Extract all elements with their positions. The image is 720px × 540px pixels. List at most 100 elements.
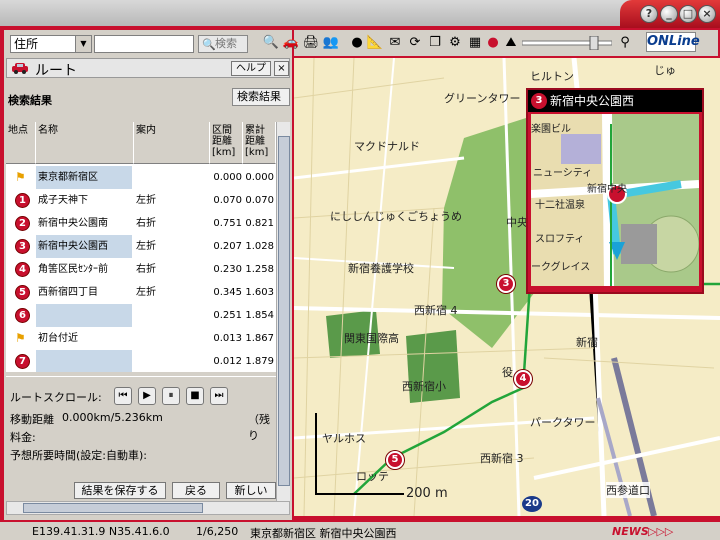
pause-button[interactable]: ⏸ — [162, 387, 180, 405]
row-segment-distance: 0.013 — [213, 333, 242, 344]
row-guide — [134, 327, 210, 350]
status-scale: 1/6,250 — [196, 525, 239, 538]
route-marker: 3 — [15, 239, 30, 254]
search-toolbar: 住所 ▼ 🔍 検索 — [4, 32, 292, 56]
row-segment-distance: 0.012 — [213, 356, 242, 367]
route-header: ルート ヘルプ × — [6, 58, 290, 79]
magnifier-icon[interactable]: 🔍 — [262, 34, 280, 52]
play-button[interactable]: ▶ — [138, 387, 156, 405]
news-link[interactable]: NEWS — [612, 525, 649, 538]
row-name — [36, 304, 132, 327]
row-cumulative-distance: 1.854 — [245, 310, 274, 321]
back-button[interactable]: 戻る — [172, 482, 220, 499]
copy-icon[interactable]: ❐ — [426, 34, 444, 52]
row-guide: 左折 — [136, 195, 156, 206]
map-route-marker-5[interactable]: 5 — [386, 451, 404, 469]
route-table: 地点 名称 案内 区間距離[km] 累計距離[km] ⚑ 東京都新宿区 0.000 0… — [6, 122, 276, 372]
inset-label-2: 新宿中央 — [587, 184, 627, 195]
save-results-button[interactable]: 結果を保存する — [74, 482, 166, 499]
row-cumulative-distance: 0.070 — [245, 195, 274, 206]
table-row[interactable]: 5 西新宿四丁目 左折 0.345 1.603 — [6, 281, 276, 304]
search-category-select[interactable]: 住所 ▼ — [10, 35, 92, 53]
zoom-slider[interactable] — [522, 36, 612, 50]
vertical-scrollbar[interactable] — [276, 122, 290, 502]
map-label-ju: じゅ — [654, 64, 676, 77]
table-row[interactable]: 2 新宿中央公園南 右折 0.751 0.821 — [6, 212, 276, 235]
maximize-button[interactable]: □ — [679, 5, 697, 23]
horizontal-scrollbar[interactable] — [6, 501, 290, 515]
gear-icon[interactable]: ⚙ — [446, 34, 464, 52]
table-row[interactable]: 3 新宿中央公園西 左折 0.207 1.028 — [6, 235, 276, 258]
map-label-green-tower: グリーンタワー — [444, 92, 521, 105]
row-name — [36, 350, 132, 372]
row-name: 初台付近 — [38, 333, 78, 344]
print-icon[interactable]: 🖨 — [302, 34, 320, 52]
scroll-thumb[interactable] — [278, 136, 290, 486]
fare-label: 料金: — [10, 431, 36, 444]
row-cumulative-distance: 1.867 — [245, 333, 274, 344]
car-icon — [12, 63, 28, 74]
row-cumulative-distance: 1.879 — [245, 356, 274, 367]
table-row[interactable]: 7 0.012 1.879 — [6, 350, 276, 372]
header-point: 地点 — [6, 122, 36, 164]
route-marker: 2 — [15, 216, 30, 231]
last-button[interactable]: ⏭ — [210, 387, 228, 405]
map-label-shinjuku-yogo: 新宿養護学校 — [348, 262, 414, 275]
map-route-marker-4[interactable]: 4 — [514, 370, 532, 388]
new-button[interactable]: 新しい — [226, 482, 276, 499]
table-row[interactable]: 4 角筈区民ｾﾝﾀｰ前 右折 0.230 1.258 — [6, 258, 276, 281]
hscroll-thumb[interactable] — [23, 503, 203, 513]
record-icon[interactable]: ● — [484, 34, 502, 52]
people-icon[interactable]: 👥 — [322, 34, 340, 52]
map-label-lotte: ロッテ — [356, 470, 389, 483]
row-segment-distance: 0.345 — [213, 287, 242, 298]
route-marker: 7 — [15, 354, 30, 369]
measure-icon[interactable]: 📐 — [366, 34, 384, 52]
header-guide: 案内 — [134, 122, 210, 164]
map-route-marker-3[interactable]: 3 — [497, 275, 515, 293]
route-scroll-label: ルートスクロール: — [10, 391, 102, 404]
stop-button[interactable]: ■ — [186, 387, 204, 405]
minimize-button[interactable]: _ — [660, 5, 678, 23]
close-route-panel-button[interactable]: × — [274, 61, 289, 76]
route-panel: 住所 ▼ 🔍 検索 ルート ヘルプ × 検索結果 検索結果 地点 名称 案内 区… — [4, 30, 292, 520]
row-cumulative-distance: 1.028 — [245, 241, 274, 252]
zoom-out-icon[interactable]: ⛰ — [502, 34, 520, 52]
map-label-yaruhos: ヤルホス — [322, 432, 366, 445]
table-row[interactable]: ⚑ 東京都新宿区 0.000 0.000 — [6, 166, 276, 189]
row-guide: 左折 — [136, 287, 156, 298]
row-guide — [134, 304, 210, 327]
table-row[interactable]: ⚑ 初台付近 0.013 1.867 — [6, 327, 276, 350]
remaining-label: （残り — [248, 413, 270, 442]
distance-label: 移動距離 — [10, 413, 54, 426]
rotate-icon[interactable]: ⟳ — [406, 34, 424, 52]
help-window-button[interactable]: ? — [640, 5, 658, 23]
location-pin-icon[interactable]: ⚲ — [616, 34, 634, 52]
dot-icon[interactable]: ● — [348, 34, 366, 52]
mail-icon[interactable]: ✉ — [386, 34, 404, 52]
title-bar: ? _ □ × — [0, 0, 720, 28]
chevron-down-icon: ▼ — [75, 36, 91, 52]
row-cumulative-distance: 0.821 — [245, 218, 274, 229]
help-button[interactable]: ヘルプ — [231, 61, 271, 76]
car-route-icon[interactable]: 🚗 — [282, 34, 300, 52]
inset-label-0: 楽園ビル — [531, 124, 571, 135]
search-button[interactable]: 🔍 検索 — [198, 35, 248, 53]
row-guide: 右折 — [136, 264, 156, 275]
route-marker: 5 — [15, 285, 30, 300]
search-input[interactable] — [94, 35, 194, 53]
row-name: 新宿中央公園西 — [36, 235, 132, 258]
grid-icon[interactable]: ▦ — [466, 34, 484, 52]
search-results-button[interactable]: 検索結果 — [232, 88, 290, 106]
online-button[interactable]: ONLine — [646, 32, 700, 52]
row-guide — [134, 350, 210, 372]
close-window-button[interactable]: × — [698, 5, 716, 23]
row-name: 東京都新宿区 — [36, 166, 132, 189]
first-button[interactable]: ⏮ — [114, 387, 132, 405]
table-row[interactable]: 6 0.251 1.854 — [6, 304, 276, 327]
row-segment-distance: 0.070 — [213, 195, 242, 206]
row-name: 角筈区民ｾﾝﾀｰ前 — [38, 264, 108, 275]
row-cumulative-distance: 0.000 — [245, 172, 274, 183]
map-label-shinjuku: 新宿 — [576, 336, 598, 349]
table-row[interactable]: 1 成子天神下 左折 0.070 0.070 — [6, 189, 276, 212]
